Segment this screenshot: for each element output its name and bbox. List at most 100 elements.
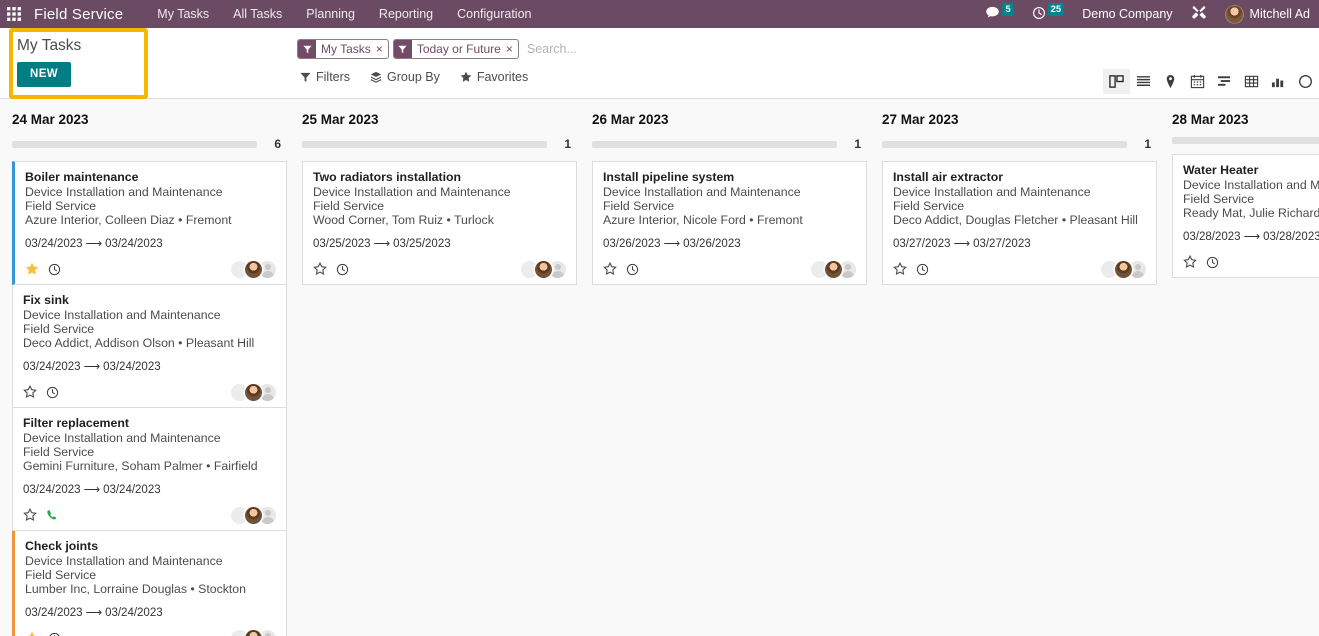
avatar-photo[interactable]	[245, 629, 262, 636]
kanban-progress-bar[interactable]: 6	[12, 137, 285, 151]
kanban-card[interactable]: Fix sink Device Installation and Maintena…	[12, 285, 287, 408]
kanban-column-header[interactable]: 26 Mar 2023 1	[587, 99, 869, 151]
priority-star-icon[interactable]	[1183, 255, 1197, 269]
kanban-card[interactable]: Check joints Device Installation and Main…	[12, 531, 287, 636]
search-input[interactable]	[526, 42, 857, 56]
priority-star-icon[interactable]	[23, 508, 37, 522]
arrow-right-icon: ⟶	[83, 361, 101, 373]
progress-bar-track[interactable]	[12, 140, 257, 148]
task-partner: Azure Interior, Colleen Diaz • Fremont	[25, 213, 232, 227]
avatar-photo[interactable]	[245, 383, 262, 401]
task-dates: 03/26/2023 ⟶ 03/26/2023	[603, 237, 856, 251]
company-switcher[interactable]: Demo Company	[1073, 0, 1181, 28]
new-button[interactable]: NEW	[17, 62, 72, 87]
user-menu[interactable]: Mitchell Ad	[1216, 0, 1319, 28]
priority-star-icon[interactable]	[893, 262, 907, 276]
view-pivot-button[interactable]	[1238, 69, 1265, 94]
facet-today-or-future[interactable]: Today or Future ×	[392, 39, 519, 59]
kanban-progress-bar[interactable]: 1	[882, 137, 1155, 151]
navbar-systray: 5 25 Demo Company Mitchell Ad	[976, 0, 1319, 28]
close-icon[interactable]: ×	[375, 40, 388, 58]
avatar-photo[interactable]	[245, 506, 262, 524]
activities-count: 25	[1047, 2, 1065, 16]
clock-icon[interactable]	[336, 263, 349, 276]
close-icon[interactable]: ×	[505, 40, 518, 58]
kanban-card[interactable]: Two radiators installation Device Install…	[302, 161, 577, 285]
clock-icon[interactable]	[916, 263, 929, 276]
clock-icon[interactable]	[48, 632, 61, 636]
kanban-column-header[interactable]: 27 Mar 2023 1	[877, 99, 1159, 151]
kanban-card[interactable]: Install pipeline system Device Installati…	[592, 161, 867, 285]
priority-star-icon[interactable]	[313, 262, 327, 276]
avatar-photo[interactable]	[825, 260, 842, 278]
view-gantt-button[interactable]	[1211, 69, 1238, 94]
task-dates: 03/24/2023 ⟶ 03/24/2023	[23, 360, 276, 374]
view-activity-button[interactable]	[1292, 69, 1319, 94]
group-by-dropdown[interactable]: Group By	[368, 68, 450, 86]
clock-icon[interactable]	[626, 263, 639, 276]
arrow-right-icon: ⟶	[953, 238, 971, 250]
clock-icon[interactable]	[1206, 256, 1219, 269]
arrow-right-icon: ⟶	[83, 484, 101, 496]
priority-star-icon[interactable]	[25, 262, 39, 276]
kanban-card[interactable]: Water HeaterDevice Installation and Main…	[1172, 154, 1319, 278]
activities-menu[interactable]: 25	[1023, 0, 1074, 28]
assignee-avatars	[231, 629, 276, 636]
avatar-photo[interactable]	[245, 260, 262, 278]
view-list-button[interactable]	[1130, 69, 1157, 94]
facet-label: Today or Future	[416, 42, 501, 56]
kanban-column-header[interactable]: 25 Mar 2023 1	[297, 99, 579, 151]
view-map-button[interactable]	[1157, 69, 1184, 94]
priority-star-icon[interactable]	[23, 385, 37, 399]
debug-menu[interactable]	[1182, 0, 1216, 28]
messages-menu[interactable]: 5	[976, 0, 1022, 28]
task-date-end: 03/24/2023	[105, 238, 163, 250]
kanban-view[interactable]: 24 Mar 2023 6 Boiler maintenance Device Ins…	[0, 99, 1319, 636]
nav-menu-my-tasks[interactable]: My Tasks	[145, 0, 221, 28]
phone-icon[interactable]	[46, 509, 59, 522]
avatar-photo[interactable]	[1115, 260, 1132, 278]
facet-my-tasks[interactable]: My Tasks ×	[297, 39, 389, 59]
kanban-progress-bar[interactable]: 1	[592, 137, 865, 151]
nav-menu-planning[interactable]: Planning	[294, 0, 367, 28]
arrow-right-icon: ⟶	[85, 607, 103, 619]
favorites-dropdown[interactable]: Favorites	[458, 68, 538, 86]
progress-bar-track[interactable]	[302, 140, 547, 148]
task-card-footer	[23, 506, 276, 524]
view-graph-button[interactable]	[1265, 69, 1292, 94]
progress-bar-track[interactable]	[882, 140, 1127, 148]
filter-icon	[300, 72, 311, 83]
nav-menu-configuration[interactable]: Configuration	[445, 0, 543, 28]
kanban-column-header[interactable]: 28 Mar 2023	[1167, 99, 1319, 144]
nav-menu-reporting[interactable]: Reporting	[367, 0, 445, 28]
kanban-column-header[interactable]: 24 Mar 2023 6	[7, 99, 289, 151]
kanban-card[interactable]: Filter replacement Device Installation an…	[12, 408, 287, 531]
apps-grid-icon[interactable]	[0, 0, 28, 28]
kanban-column: 24 Mar 2023 6 Boiler maintenance Device Ins…	[7, 99, 297, 636]
task-date-start: 03/24/2023	[25, 238, 83, 250]
view-kanban-button[interactable]	[1103, 69, 1130, 94]
task-card-footer	[23, 383, 276, 401]
task-partner: Deco Addict, Addison Olson • Pleasant Hi…	[23, 336, 255, 350]
kanban-progress-bar[interactable]: 1	[302, 137, 575, 151]
kanban-card[interactable]: Boiler maintenance Device Installation an…	[12, 161, 287, 285]
kanban-progress-bar[interactable]	[1172, 137, 1319, 144]
task-date-start: 03/24/2023	[23, 484, 81, 496]
app-brand-name[interactable]: Field Service	[28, 6, 145, 23]
task-subproject: Field Service	[25, 568, 97, 582]
view-calendar-button[interactable]	[1184, 69, 1211, 94]
kanban-column: 26 Mar 2023 1 Install pipeline system Devic…	[587, 99, 877, 636]
priority-star-icon[interactable]	[25, 631, 39, 636]
progress-bar-track[interactable]	[592, 140, 837, 148]
filters-dropdown[interactable]: Filters	[298, 68, 360, 86]
nav-menu-all-tasks[interactable]: All Tasks	[221, 0, 294, 28]
task-date-end: 03/26/2023	[683, 238, 741, 250]
priority-star-icon[interactable]	[603, 262, 617, 276]
clock-icon[interactable]	[46, 386, 59, 399]
kanban-card[interactable]: Install air extractor Device Installation…	[882, 161, 1157, 285]
clock-icon[interactable]	[48, 263, 61, 276]
task-date-start: 03/27/2023	[893, 238, 951, 250]
avatar-photo[interactable]	[535, 260, 552, 278]
task-partner: Azure Interior, Nicole Ford • Fremont	[603, 213, 803, 227]
progress-bar-track[interactable]	[1172, 137, 1319, 144]
